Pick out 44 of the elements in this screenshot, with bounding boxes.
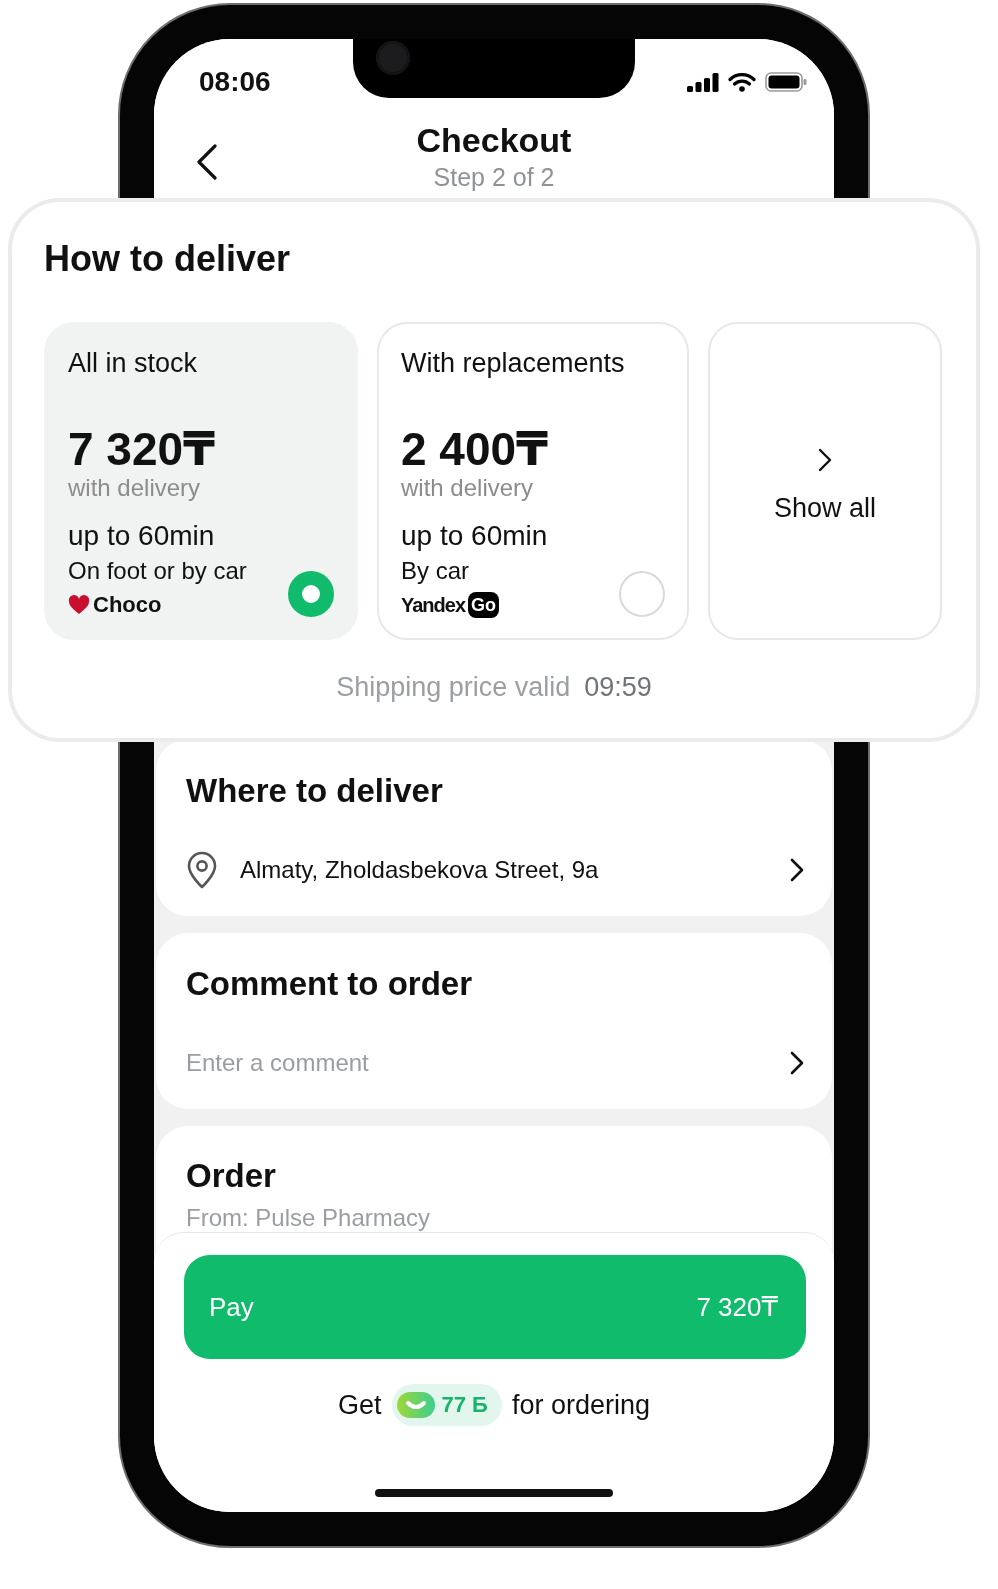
section-title: Order xyxy=(186,1156,276,1196)
radio-button[interactable] xyxy=(619,571,665,617)
address-text[interactable]: Almaty, Zholdasbekova Street, 9a xyxy=(240,855,599,885)
battery-icon xyxy=(765,72,807,92)
price-note: with delivery xyxy=(401,474,534,502)
front-camera-icon xyxy=(376,41,410,75)
delivery-time: up to 60min xyxy=(68,520,215,552)
option-price: 7 320₸ xyxy=(68,424,216,474)
wifi-icon xyxy=(728,72,756,92)
validity-text: Shipping price valid xyxy=(336,671,571,703)
option-title: All in stock xyxy=(68,347,198,379)
countdown-timer: 09:59 xyxy=(584,671,652,703)
section-title: Where to deliver xyxy=(186,771,443,811)
order-source-text: From: Pulse Pharmacy xyxy=(186,1203,431,1233)
back-icon[interactable] xyxy=(196,144,218,180)
bonus-suffix-text: for ordering xyxy=(511,1389,650,1421)
bonus-prefix-text: Get xyxy=(338,1389,382,1421)
radio-button[interactable] xyxy=(288,571,334,617)
delivery-method: On foot or by car xyxy=(68,557,247,585)
section-title: How to deliver xyxy=(44,237,291,281)
screen-title: Checkout xyxy=(416,120,572,160)
signal-icon xyxy=(687,72,719,92)
delivery-method: By car xyxy=(401,557,469,585)
points-amount: 77 Б xyxy=(441,1391,488,1419)
delivery-option-card[interactable]: All in stock 7 320₸ with delivery up to 60min On foot or by car Choco xyxy=(44,322,358,640)
step-indicator: Step 2 of 2 xyxy=(433,162,555,192)
delivery-option-card[interactable]: With replacements 2 400₸ with delivery up to 60min By car Yandex Go xyxy=(377,322,689,640)
section-title: Comment to order xyxy=(186,964,472,1004)
option-title: With replacements xyxy=(401,347,625,379)
price-note: with delivery xyxy=(68,474,201,502)
provider-badge: Go xyxy=(468,592,500,618)
show-all-button[interactable]: Show all xyxy=(708,322,942,640)
comment-field[interactable]: Enter a comment xyxy=(186,1045,770,1081)
provider-name: Yandex xyxy=(401,593,466,618)
smile-icon xyxy=(396,1392,435,1418)
chevron-right-icon[interactable] xyxy=(790,1051,804,1075)
status-time: 08:06 xyxy=(199,66,271,98)
chevron-right-icon xyxy=(818,448,832,472)
chevron-right-icon[interactable] xyxy=(790,858,804,882)
option-price: 2 400₸ xyxy=(401,424,549,474)
delivery-time: up to 60min xyxy=(401,520,548,552)
location-pin-icon xyxy=(186,851,218,889)
provider-name: Choco xyxy=(93,592,162,618)
heart-icon xyxy=(68,595,90,615)
